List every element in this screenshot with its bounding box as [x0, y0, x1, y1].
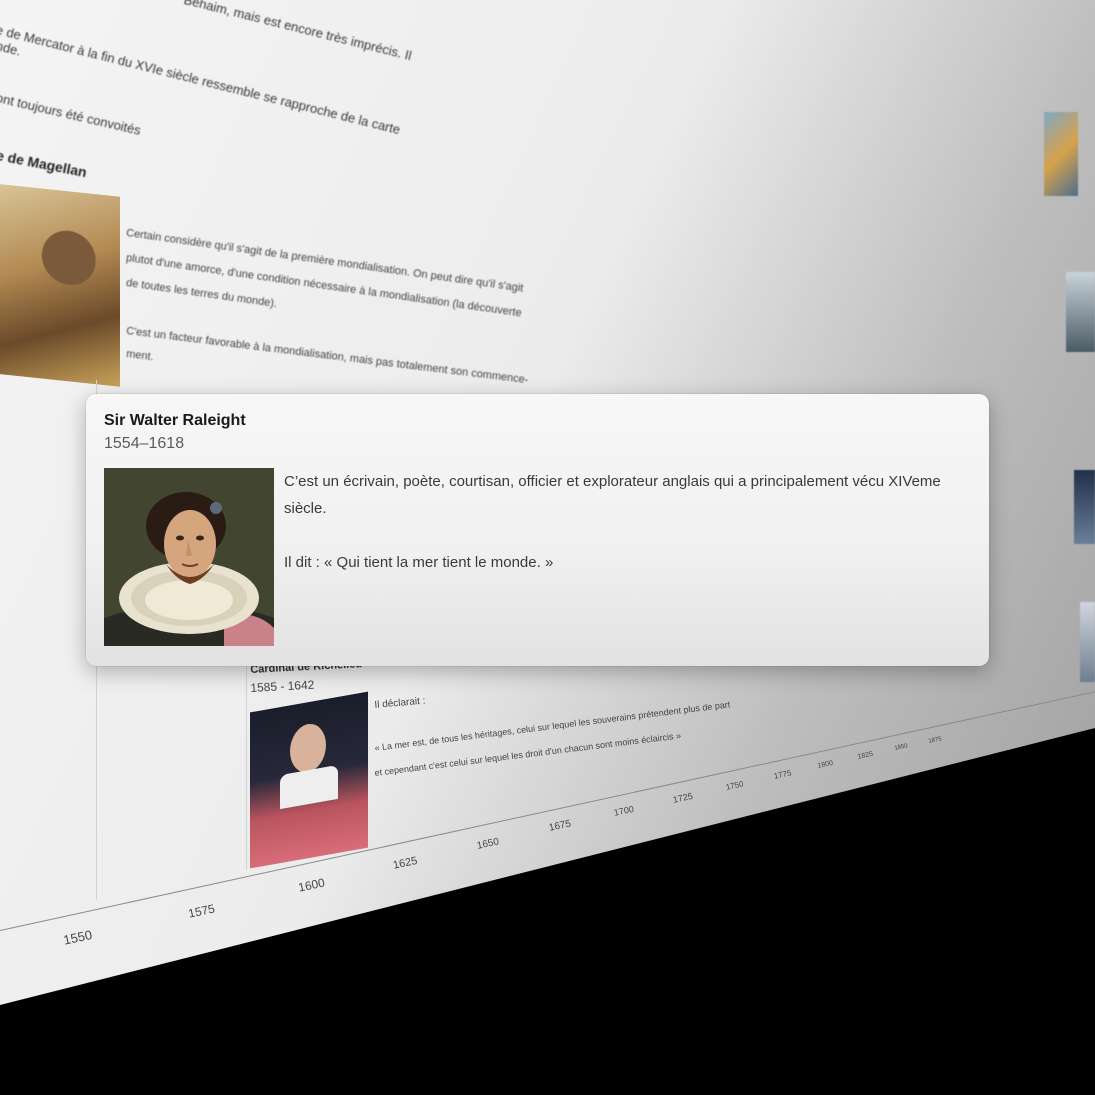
- right-thumbnail[interactable]: [1080, 602, 1095, 682]
- richelieu-portrait[interactable]: [250, 691, 368, 869]
- magellan-portrait[interactable]: [0, 183, 120, 387]
- richelieu-quote-line: « La mer est, de tous les héritages, cel…: [374, 699, 731, 753]
- timeline-tick: 1550: [62, 926, 94, 948]
- popup-name: Sir Walter Raleight: [104, 412, 246, 429]
- richelieu-quote-intro: Il déclarait :: [374, 695, 426, 711]
- richelieu-dates: 1585 - 1642: [250, 677, 315, 695]
- raleigh-portrait-drawing: [104, 468, 274, 646]
- richelieu-collar: [280, 764, 338, 810]
- bg-paragraph-line: Behaim, mais est encore très imprécis. I…: [182, 0, 414, 64]
- right-thumbnail[interactable]: [1074, 470, 1095, 544]
- timeline-tick: 1600: [297, 875, 327, 895]
- timeline-axis: [0, 682, 1095, 931]
- person-popup[interactable]: Sir Walter Raleight 1554–1618 C’est un é…: [86, 394, 989, 666]
- timeline-tick: 1700: [613, 803, 635, 818]
- timeline-tick: 1575: [187, 901, 217, 921]
- right-thumbnail[interactable]: [1044, 112, 1078, 196]
- timeline-tick: 1625: [392, 854, 419, 872]
- timeline-tick: 1775: [773, 768, 793, 781]
- timeline-guide: [246, 660, 247, 870]
- timeline-tick: 1675: [548, 818, 573, 834]
- timeline-tick: 1825: [857, 750, 874, 761]
- right-thumbnail[interactable]: [1066, 272, 1095, 352]
- timeline-tick: 1875: [928, 736, 943, 745]
- timeline-tick: 1850: [894, 743, 909, 752]
- popup-quote-text: Il dit : « Qui tient la mer tient le mon…: [284, 554, 554, 571]
- timeline-tick: 1650: [476, 836, 501, 852]
- bg-paragraph-line: ont toujours été convoités: [0, 90, 143, 138]
- timeline-tick: 1750: [725, 779, 745, 792]
- timeline-tick: 1800: [817, 759, 834, 770]
- raleigh-portrait-icon[interactable]: [104, 468, 274, 646]
- popup-bio-text: C’est un écrivain, poète, courtisan, off…: [284, 473, 941, 517]
- magellan-text-line: ment.: [125, 348, 155, 364]
- timeline-tick: 1725: [672, 790, 694, 805]
- magellan-heading: e de Magellan: [0, 147, 89, 181]
- magellan-text-line: C'est un facteur favorable à la mondiali…: [125, 325, 530, 387]
- popup-description: C’est un écrivain, poète, courtisan, off…: [284, 468, 974, 603]
- popup-dates: 1554–1618: [104, 435, 185, 452]
